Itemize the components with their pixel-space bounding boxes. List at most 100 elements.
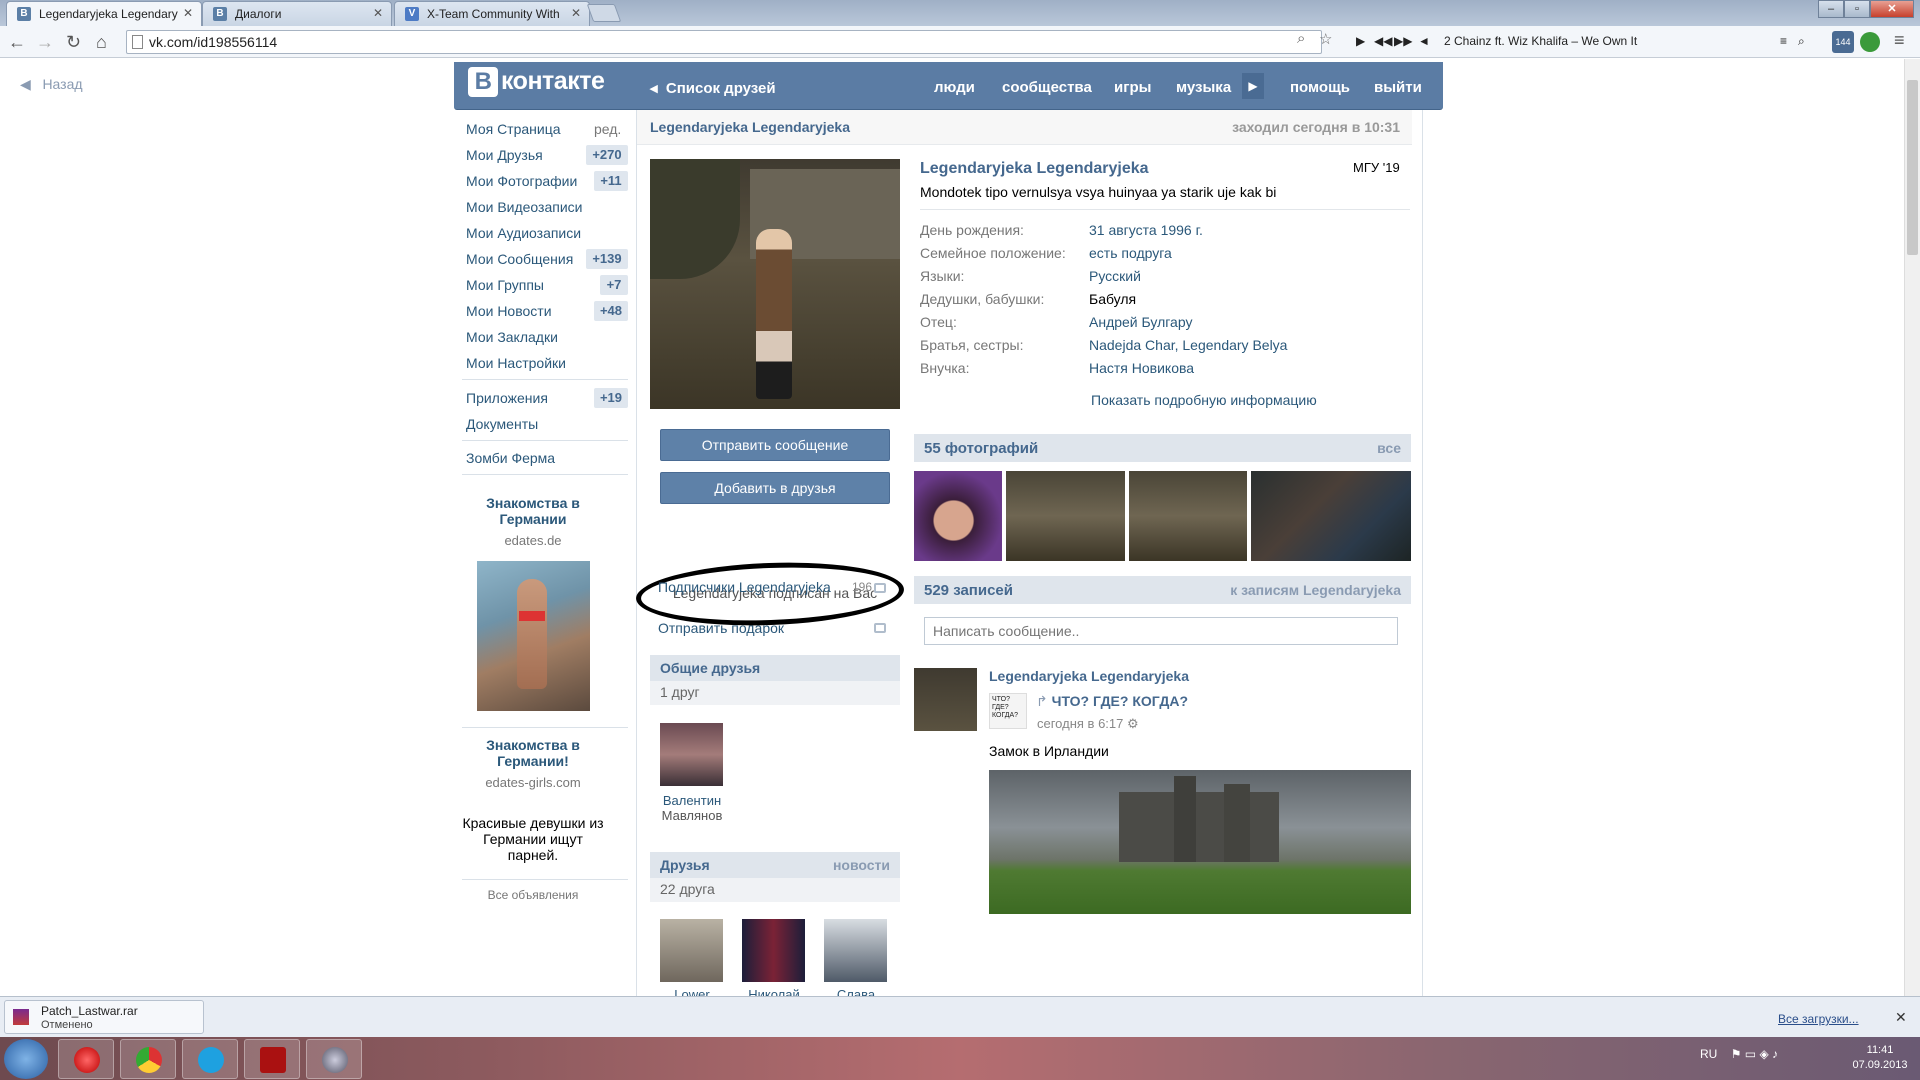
photos-all-link[interactable]: все [1377,440,1401,456]
dota-taskbar-button[interactable] [244,1039,300,1079]
friend-name[interactable]: Валентин Мавлянов [652,793,732,823]
app-taskbar-button[interactable] [306,1039,362,1079]
forward-arrow-icon[interactable]: → [36,32,54,53]
wrench-menu-icon[interactable]: ≡ [1894,30,1905,51]
menu-my-groups[interactable]: Мои Группы [466,277,544,293]
ad-title[interactable]: Знакомства в Германии [462,495,604,527]
friend-photo[interactable] [824,919,887,982]
profile-status[interactable]: Mondotek tipo vernulsya vsya huinyaa ya … [920,184,1276,200]
friend-name[interactable]: Николай [734,987,814,996]
close-tab-icon[interactable]: ✕ [183,6,193,20]
post-author-avatar[interactable] [914,668,977,731]
post-image[interactable] [989,770,1411,914]
menu-my-audio[interactable]: Мои Аудиозаписи [466,225,581,241]
photos-header[interactable]: 55 фотографий все [914,434,1411,462]
start-button[interactable] [4,1039,48,1079]
menu-edit-link[interactable]: ред. [594,121,621,137]
tray-icons[interactable]: ⚑ ▭ ◈ ♪ [1731,1047,1778,1061]
skype-taskbar-button[interactable] [182,1039,238,1079]
menu-my-messages[interactable]: Мои Сообщения [466,251,573,267]
common-friends-header[interactable]: Общие друзья [650,655,900,681]
nav-help[interactable]: помощь [1290,79,1350,96]
menu-documents[interactable]: Документы [466,416,538,432]
info-value[interactable]: Русский [1089,268,1141,284]
tab-vk-profile[interactable]: В Legendaryjeka Legendary ✕ [6,1,202,26]
university-label[interactable]: МГУ '19 [1353,160,1400,175]
vk-logo[interactable]: Вконтакте [468,67,605,99]
menu-my-videos[interactable]: Мои Видеозаписи [466,199,582,215]
ad-title[interactable]: Знакомства в Германии! [462,737,604,769]
wall-all-link[interactable]: к записям Legendaryjeka [1230,582,1401,598]
info-value[interactable]: есть подруга [1089,245,1172,261]
back-arrow-icon[interactable]: ← [8,32,26,53]
star-bookmark-icon[interactable]: ☆ [1319,30,1332,48]
friend-photo[interactable] [742,919,805,982]
menu-my-news[interactable]: Мои Новости [466,303,552,319]
profile-avatar[interactable] [650,159,900,409]
menu-icon[interactable]: ≡ [1780,34,1787,48]
download-item[interactable]: Patch_Lastwar.rar Отменено [4,1000,204,1034]
next-track-icon[interactable]: ▶▶ [1394,34,1412,48]
friends-news-link[interactable]: новости [833,857,890,873]
tab-dialogs[interactable]: В Диалоги ✕ [202,1,392,26]
show-more-info-link[interactable]: Показать подробную информацию [1091,392,1317,408]
system-clock[interactable]: 11:41 07.09.2013 [1848,1043,1912,1073]
wall-header[interactable]: 529 записей к записям Legendaryjeka [914,576,1411,604]
friends-header[interactable]: Друзья новости [650,852,900,878]
menu-count-badge[interactable]: +19 [594,388,628,408]
friend-name[interactable]: Слава [816,987,896,996]
previous-track-icon[interactable]: ◀◀ [1374,34,1392,48]
photo-thumbnail[interactable] [1129,471,1247,561]
wall-post-input[interactable] [924,617,1398,645]
menu-zombie-farm[interactable]: Зомби Ферма [466,450,555,466]
info-value[interactable]: Настя Новикова [1089,360,1194,376]
extension-green-icon[interactable] [1860,32,1880,52]
menu-my-bookmarks[interactable]: Мои Закладки [466,329,558,345]
extension-badge-icon[interactable]: 144 [1832,31,1854,53]
scrollbar-thumb[interactable] [1907,80,1918,255]
friend-photo[interactable] [660,723,723,786]
repost-group-link[interactable]: ↱ ЧТО? ГДЕ? КОГДА? [1036,693,1188,710]
friend-name[interactable]: Lower [652,987,732,996]
nav-games[interactable]: игры [1114,79,1151,96]
menu-count-badge[interactable]: +11 [594,171,628,191]
close-tab-icon[interactable]: ✕ [571,6,581,20]
info-value[interactable]: Андрей Булгару [1089,314,1192,330]
new-tab-button[interactable] [586,4,622,22]
nav-music[interactable]: музыка [1176,79,1231,96]
menu-count-badge[interactable]: +7 [600,275,628,295]
minimize-window-button[interactable]: – [1818,0,1844,18]
menu-my-friends[interactable]: Мои Друзья [466,147,543,163]
volume-icon[interactable]: ◄ [1418,34,1430,48]
menu-count-badge[interactable]: +139 [586,249,628,269]
send-gift-link[interactable]: Отправить подарок [658,620,784,636]
info-value[interactable]: 31 августа 1996 г. [1089,222,1203,238]
back-link[interactable]: ◀ Назад [20,76,83,93]
menu-count-badge[interactable]: +48 [594,301,628,321]
send-message-button[interactable]: Отправить сообщение [660,429,890,461]
play-icon[interactable]: ▶ [1356,34,1365,48]
menu-my-photos[interactable]: Мои Фотографии [466,173,577,189]
address-bar[interactable]: vk.com/id198556114 [126,30,1322,54]
all-ads-link[interactable]: Все объявления [462,888,604,902]
search-icon[interactable]: ⌕ [1297,30,1305,47]
followers-link[interactable]: Подписчики Legendaryjeka [658,579,831,595]
language-indicator[interactable]: RU [1700,1047,1717,1061]
all-downloads-link[interactable]: Все загрузки... [1778,1012,1859,1026]
music-play-icon[interactable]: ▶ [1242,73,1264,99]
menu-count-badge[interactable]: +270 [586,145,628,165]
nav-communities[interactable]: сообщества [1002,79,1092,96]
menu-my-page[interactable]: Моя Страница [466,121,561,137]
close-shelf-icon[interactable]: ✕ [1895,1009,1907,1026]
photo-thumbnail[interactable] [1251,471,1411,561]
search-icon[interactable]: ⌕ [1798,34,1805,49]
opera-taskbar-button[interactable] [58,1039,114,1079]
add-friend-button[interactable]: Добавить в друзья [660,472,890,504]
maximize-window-button[interactable]: ▫ [1844,0,1870,18]
group-avatar[interactable]: ЧТО? ГДЕ? КОГДА? [989,693,1027,729]
post-author-name[interactable]: Legendaryjeka Legendaryjeka [989,668,1189,684]
friends-list-link[interactable]: ◂ Список друзей [650,79,776,97]
photo-thumbnail[interactable] [914,471,1002,561]
friend-photo[interactable] [660,919,723,982]
ad-image[interactable] [477,561,590,711]
